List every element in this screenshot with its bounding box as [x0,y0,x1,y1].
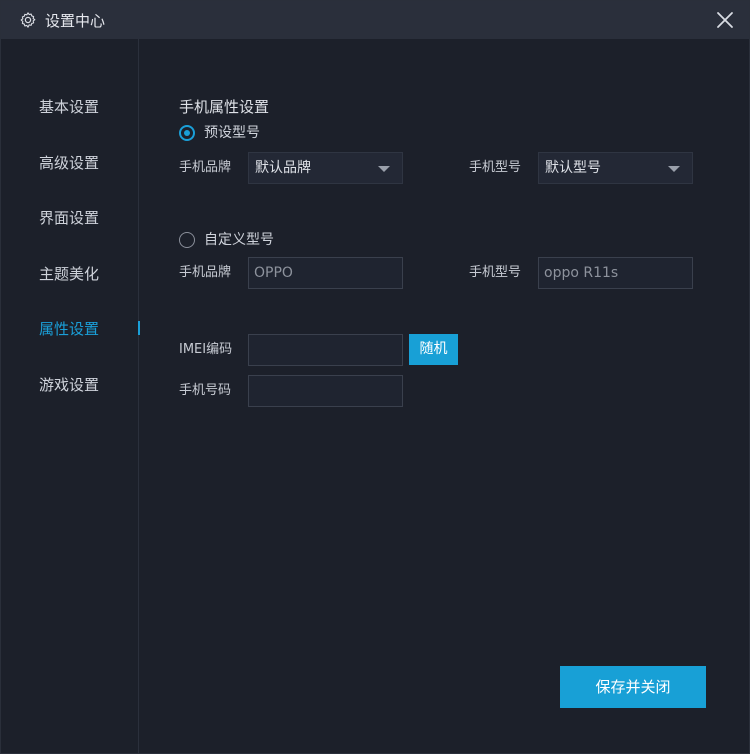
imei-input[interactable] [248,334,403,366]
sidebar-item-advanced[interactable]: 高级设置 [39,153,99,173]
phone-number-input[interactable] [248,375,403,407]
preset-model-radio[interactable] [179,125,195,141]
close-icon[interactable] [715,10,735,30]
preset-model-select[interactable]: 默认型号 [538,152,693,184]
custom-brand-label: 手机品牌 [179,265,232,280]
preset-brand-value: 默认品牌 [255,160,311,176]
sidebar-item-basic[interactable]: 基本设置 [39,97,99,117]
phone-number-label: 手机号码 [179,383,232,398]
sidebar-item-interface[interactable]: 界面设置 [39,208,99,228]
imei-label: IMEI编码 [179,342,233,357]
preset-model-field-label: 手机型号 [469,160,522,175]
sidebar-item-theme[interactable]: 主题美化 [39,264,99,284]
title-bar: 设置中心 [1,1,749,39]
chevron-down-icon [668,166,680,172]
preset-brand-label: 手机品牌 [179,160,232,175]
chevron-down-icon [378,166,390,172]
save-and-close-button[interactable]: 保存并关闭 [560,666,706,708]
section-title: 手机属性设置 [179,98,270,116]
random-imei-button[interactable]: 随机 [409,334,458,365]
custom-model-input[interactable]: oppo R11s [538,257,693,289]
custom-model-label: 自定义型号 [204,232,274,248]
sidebar: 基本设置 高级设置 界面设置 主题美化 属性设置 游戏设置 [1,39,139,754]
window-title: 设置中心 [45,12,106,30]
preset-model-value: 默认型号 [545,160,601,176]
custom-brand-input[interactable]: OPPO [248,257,403,289]
sidebar-item-game[interactable]: 游戏设置 [39,375,99,395]
gear-icon [20,12,36,28]
sidebar-active-indicator [138,321,140,335]
custom-model-radio[interactable] [179,232,195,248]
preset-model-label: 预设型号 [204,125,260,141]
preset-brand-select[interactable]: 默认品牌 [248,152,403,184]
custom-model-field-label: 手机型号 [469,265,522,280]
sidebar-item-properties[interactable]: 属性设置 [39,319,99,339]
settings-window: 设置中心 基本设置 高级设置 界面设置 主题美化 属性设置 游戏设置 手机属性设… [0,0,750,754]
